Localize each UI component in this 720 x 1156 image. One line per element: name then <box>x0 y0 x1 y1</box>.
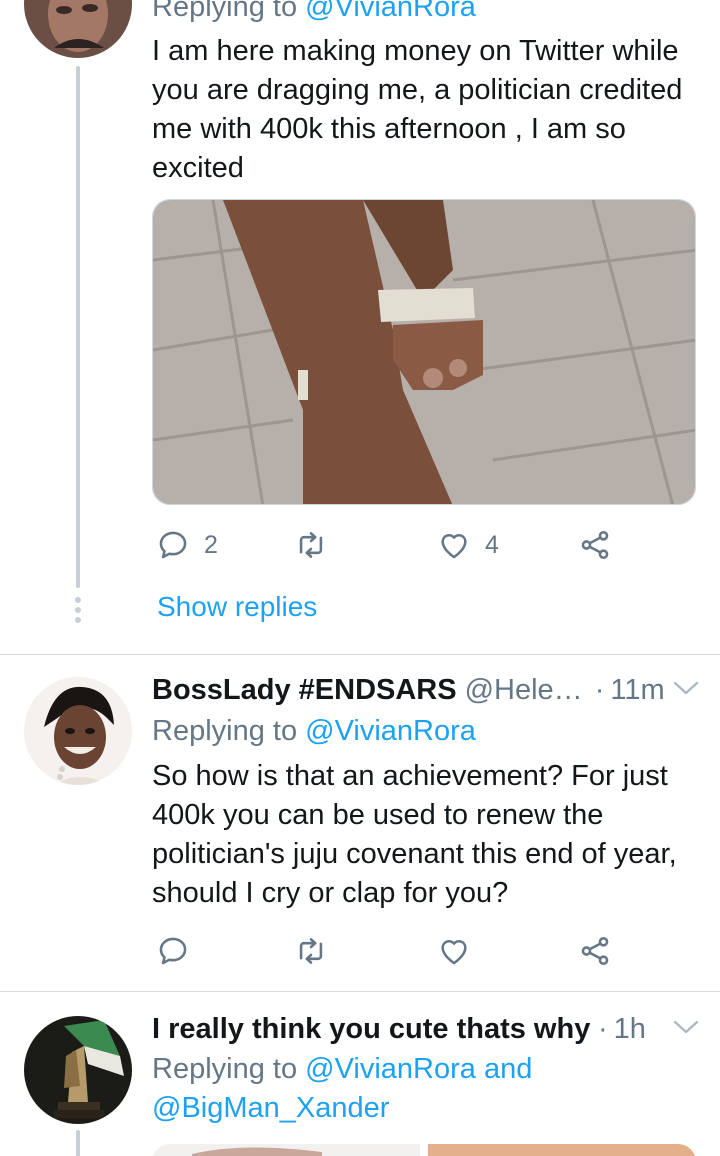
chevron-down-icon[interactable] <box>672 678 700 698</box>
heart-icon <box>441 533 467 559</box>
retweet-icon <box>299 938 323 964</box>
retweet-button[interactable] <box>294 525 328 565</box>
avatar[interactable] <box>24 0 132 58</box>
mention-link[interactable]: @BigMan_Xander <box>152 1092 389 1124</box>
chevron-down-icon[interactable] <box>672 1017 700 1037</box>
replying-to: Replying to @VivianRora <box>152 715 476 747</box>
thread-line <box>76 1130 80 1156</box>
tweet-actions <box>152 931 692 971</box>
heart-icon <box>441 939 467 965</box>
display-name[interactable]: BossLady #ENDSARS <box>152 674 457 707</box>
tweet-2[interactable]: BossLady #ENDSARS @Hele… · 11m Replying … <box>0 655 720 991</box>
display-name[interactable]: I really think you cute thats why i <box>152 1013 592 1046</box>
tweet-image[interactable] <box>152 199 696 505</box>
tweet-header: I really think you cute thats why i · 1h <box>152 1009 700 1049</box>
reply-count: 2 <box>204 530 218 559</box>
reply-icon <box>159 937 187 965</box>
like-button[interactable]: 4 <box>437 525 499 565</box>
handle[interactable]: @Hele… <box>465 674 583 707</box>
retweet-button[interactable] <box>294 931 328 971</box>
tweet-actions: 2 4 <box>152 525 692 565</box>
show-replies-link[interactable]: Show replies <box>157 591 317 623</box>
tweet-header: BossLady #ENDSARS @Hele… · 11m <box>152 670 700 710</box>
tweet-text: So how is that an achievement? For just … <box>152 760 677 909</box>
mention-link[interactable]: @VivianRora <box>305 1053 476 1085</box>
tweet-image[interactable] <box>152 1144 696 1156</box>
share-button[interactable] <box>578 525 612 565</box>
share-button[interactable] <box>578 931 612 971</box>
retweet-icon <box>299 532 323 558</box>
timestamp[interactable]: 11m <box>610 674 664 707</box>
timestamp[interactable]: 1h <box>614 1013 646 1046</box>
reply-icon <box>159 531 187 559</box>
like-button[interactable] <box>437 931 471 971</box>
replying-to: Replying to @VivianRora and @BigMan_Xand… <box>152 1053 533 1124</box>
mention-link[interactable]: @VivianRora <box>305 715 476 747</box>
tweet-1[interactable]: Replying to @VivianRora I am here making… <box>0 0 720 654</box>
thread-more-dots <box>75 597 81 627</box>
avatar[interactable] <box>24 677 132 785</box>
tweet-3[interactable]: I really think you cute thats why i · 1h… <box>0 992 720 1156</box>
reply-button[interactable]: 2 <box>156 525 218 565</box>
mention-link[interactable]: @VivianRora <box>305 0 476 23</box>
like-count: 4 <box>485 530 499 559</box>
replying-to: Replying to @VivianRora <box>152 0 700 27</box>
share-icon <box>581 530 609 560</box>
reply-button[interactable] <box>156 931 190 971</box>
tweet-text: I am here making money on Twitter while … <box>152 35 683 184</box>
share-icon <box>581 936 609 966</box>
avatar[interactable] <box>24 1016 132 1124</box>
thread-line <box>76 66 80 588</box>
